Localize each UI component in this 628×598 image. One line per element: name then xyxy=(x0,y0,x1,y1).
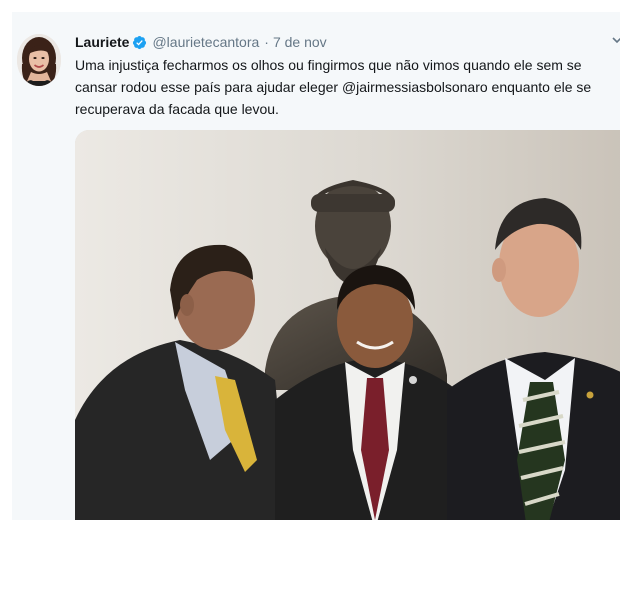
verified-badge-icon xyxy=(132,35,147,50)
display-name[interactable]: Lauriete xyxy=(75,34,129,50)
separator-dot: · xyxy=(264,34,269,50)
tweet-photo[interactable] xyxy=(75,130,620,520)
avatar-image xyxy=(17,34,61,86)
handle-link[interactable]: @laurietecantora xyxy=(152,34,259,50)
tweet-text: Uma injustiça fecharmos os olhos ou fing… xyxy=(75,57,592,117)
timestamp-link[interactable]: 7 de nov xyxy=(273,34,327,50)
tweet-header: Lauriete @laurietecantora · 7 de nov xyxy=(75,31,327,53)
tweet-card[interactable]: Lauriete @laurietecantora · 7 de nov Uma… xyxy=(12,12,620,520)
photo-image xyxy=(75,130,620,520)
chevron-down-icon[interactable] xyxy=(610,33,620,47)
avatar[interactable] xyxy=(17,34,61,86)
